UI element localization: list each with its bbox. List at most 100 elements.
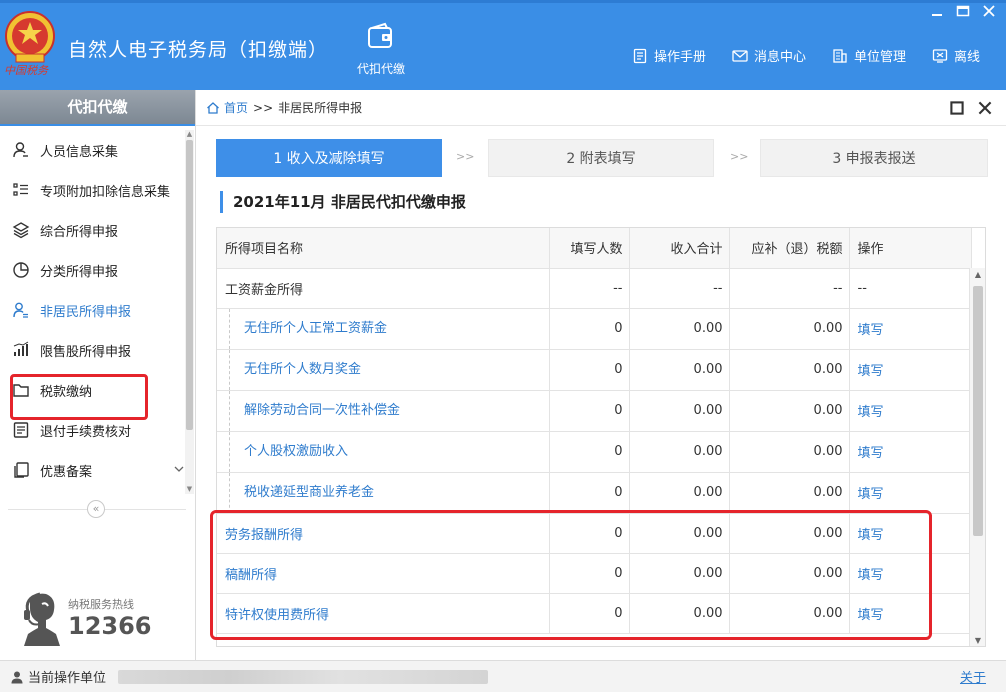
app-title: 自然人电子税务局（扣缴端） bbox=[68, 39, 329, 61]
step-wizard: 1 收入及减除填写 >> 2 附表填写 >> 3 申报表报送 bbox=[216, 139, 988, 177]
fill-in-link[interactable]: 填写 bbox=[858, 528, 884, 543]
fill-in-link[interactable]: 填写 bbox=[858, 446, 884, 461]
sidebar-scrollbar[interactable]: ▲ ▼ bbox=[185, 130, 194, 494]
step-attachment[interactable]: 2 附表填写 bbox=[488, 139, 714, 177]
table-row: 无住所个人正常工资薪金 0 0.00 0.00 填写 bbox=[217, 308, 972, 350]
minimize-icon[interactable] bbox=[930, 4, 944, 18]
scroll-down-icon[interactable]: ▼ bbox=[185, 485, 194, 494]
item-name-link[interactable]: 税收递延型商业养老金 bbox=[229, 472, 374, 512]
scroll-up-icon[interactable]: ▲ bbox=[970, 268, 985, 282]
scroll-down-icon[interactable]: ▼ bbox=[970, 634, 985, 646]
sidebar-item-special-deduction[interactable]: 专项附加扣除信息采集 bbox=[0, 170, 184, 210]
manual-label: 操作手册 bbox=[653, 50, 706, 65]
sidebar-item-restricted-shares[interactable]: 限售股所得申报 bbox=[0, 330, 184, 370]
table-row: 无住所个人数月奖金 0 0.00 0.00 填写 bbox=[217, 349, 972, 391]
step-submit-report[interactable]: 3 申报表报送 bbox=[760, 139, 988, 177]
cell-tax: -- bbox=[729, 268, 850, 309]
sidebar-item-label: 优惠备案 bbox=[40, 464, 93, 480]
scrollbar-thumb[interactable] bbox=[973, 286, 983, 536]
hotline-label: 纳税服务热线 bbox=[68, 598, 134, 611]
manual-icon bbox=[633, 48, 647, 63]
cell-op: -- bbox=[849, 268, 972, 309]
step-income-deduction[interactable]: 1 收入及减除填写 bbox=[216, 139, 442, 177]
emblem-caption: 中国税务 bbox=[4, 64, 48, 77]
sidebar-item-label: 综合所得申报 bbox=[40, 224, 119, 240]
fill-in-link[interactable]: 填写 bbox=[858, 568, 884, 583]
status-bar: 当前操作单位 关于 bbox=[0, 660, 1006, 692]
fill-in-link[interactable]: 填写 bbox=[858, 608, 884, 623]
sidebar-item-label: 分类所得申报 bbox=[40, 264, 119, 280]
scroll-up-icon[interactable]: ▲ bbox=[185, 130, 194, 139]
redacted-unit-name bbox=[118, 669, 489, 684]
item-name-link[interactable]: 稿酬所得 bbox=[225, 568, 277, 583]
cell-tax: 0.00 bbox=[729, 431, 850, 473]
manual-link[interactable]: 操作手册 bbox=[632, 46, 706, 65]
layers-icon bbox=[12, 222, 30, 239]
table-row: 税收递延型商业养老金 0 0.00 0.00 填写 bbox=[217, 472, 972, 514]
sidebar-item-preferential-filing[interactable]: 优惠备案 bbox=[0, 450, 184, 490]
item-name-link[interactable]: 劳务报酬所得 bbox=[225, 528, 303, 543]
item-name-link[interactable]: 无住所个人正常工资薪金 bbox=[229, 308, 387, 348]
item-name-link[interactable]: 个人股权激励收入 bbox=[229, 431, 348, 471]
item-name-link[interactable]: 解除劳动合同一次性补偿金 bbox=[229, 390, 400, 430]
sidebar-item-nonresident-income[interactable]: 非居民所得申报 bbox=[0, 290, 184, 330]
item-name-link[interactable]: 无住所个人数月奖金 bbox=[229, 349, 361, 389]
scrollbar-thumb[interactable] bbox=[186, 140, 193, 430]
cell-count: 0 bbox=[549, 390, 630, 432]
sidebar-item-refund-fee-check[interactable]: 退付手续费核对 bbox=[0, 410, 184, 450]
table-row: 解除劳动合同一次性补偿金 0 0.00 0.00 填写 bbox=[217, 390, 972, 432]
window-controls bbox=[930, 4, 996, 18]
chevron-down-icon bbox=[174, 466, 184, 472]
sidebar-item-label: 限售股所得申报 bbox=[40, 344, 132, 360]
tax-hotline: 纳税服务热线 12366 bbox=[20, 590, 190, 650]
cell-count: 0 bbox=[549, 553, 630, 594]
cell-income: 0.00 bbox=[629, 349, 730, 391]
fill-in-link[interactable]: 填写 bbox=[858, 364, 884, 379]
about-link[interactable]: 关于 bbox=[960, 667, 986, 686]
col-header-item-name: 所得项目名称 bbox=[217, 228, 550, 269]
sidebar-item-tax-payment[interactable]: 税款缴纳 bbox=[0, 370, 184, 410]
step-arrow: >> bbox=[456, 150, 475, 163]
item-name: 工资薪金所得 bbox=[225, 282, 304, 298]
sidebar-item-personnel-info[interactable]: 人员信息采集 bbox=[0, 130, 184, 170]
sidebar-nav: 人员信息采集 专项附加扣除信息采集 综合所得申报 分类所得申报 非居民所得申报 … bbox=[0, 130, 184, 490]
sidebar-item-comprehensive-income[interactable]: 综合所得申报 bbox=[0, 210, 184, 250]
person-doc-icon bbox=[13, 302, 28, 318]
item-name-link[interactable]: 特许权使用费所得 bbox=[225, 608, 329, 623]
message-center-link[interactable]: 消息中心 bbox=[732, 46, 806, 65]
table-header-row: 所得项目名称 填写人数 收入合计 应补（退）税额 操作 bbox=[217, 228, 972, 269]
breadcrumb-current: 非居民所得申报 bbox=[278, 101, 363, 115]
offline-icon bbox=[932, 48, 948, 63]
collapse-sidebar-button[interactable]: « bbox=[87, 500, 105, 518]
cell-tax: 0.00 bbox=[729, 390, 850, 432]
breadcrumb-separator: >> bbox=[253, 100, 274, 115]
offline-label: 离线 bbox=[953, 50, 980, 65]
unit-management-link[interactable]: 单位管理 bbox=[832, 46, 906, 65]
breadcrumb-home-link[interactable]: 首页 bbox=[224, 99, 248, 116]
cell-tax: 0.00 bbox=[729, 472, 850, 514]
cell-count: 0 bbox=[549, 431, 630, 473]
module-tab-withholding[interactable]: 代扣代缴 bbox=[346, 22, 416, 77]
fill-in-link[interactable]: 填写 bbox=[858, 405, 884, 420]
sidebar-item-label: 税款缴纳 bbox=[40, 384, 93, 400]
offline-link[interactable]: 离线 bbox=[932, 46, 980, 65]
bar-chart-icon bbox=[13, 341, 29, 356]
fill-in-link[interactable]: 填写 bbox=[858, 323, 884, 338]
table-row: 工资薪金所得 -- -- -- -- bbox=[217, 268, 972, 309]
maximize-icon[interactable] bbox=[956, 4, 970, 18]
cell-tax: 0.00 bbox=[729, 553, 850, 594]
wallet-icon bbox=[368, 22, 392, 48]
sidebar-item-label: 退付手续费核对 bbox=[40, 424, 132, 440]
cell-tax: 0.00 bbox=[729, 349, 850, 391]
cell-count: 0 bbox=[549, 349, 630, 391]
cell-tax: 0.00 bbox=[729, 593, 850, 634]
building-icon bbox=[833, 48, 847, 63]
close-tab-icon[interactable] bbox=[978, 101, 996, 117]
sidebar-item-classified-income[interactable]: 分类所得申报 bbox=[0, 250, 184, 290]
table-scrollbar[interactable]: ▲ ▼ bbox=[969, 268, 985, 646]
col-header-income: 收入合计 bbox=[629, 228, 730, 269]
restore-tab-icon[interactable] bbox=[950, 101, 968, 117]
close-window-icon[interactable] bbox=[982, 4, 996, 18]
cell-count: 0 bbox=[549, 593, 630, 634]
fill-in-link[interactable]: 填写 bbox=[858, 487, 884, 502]
